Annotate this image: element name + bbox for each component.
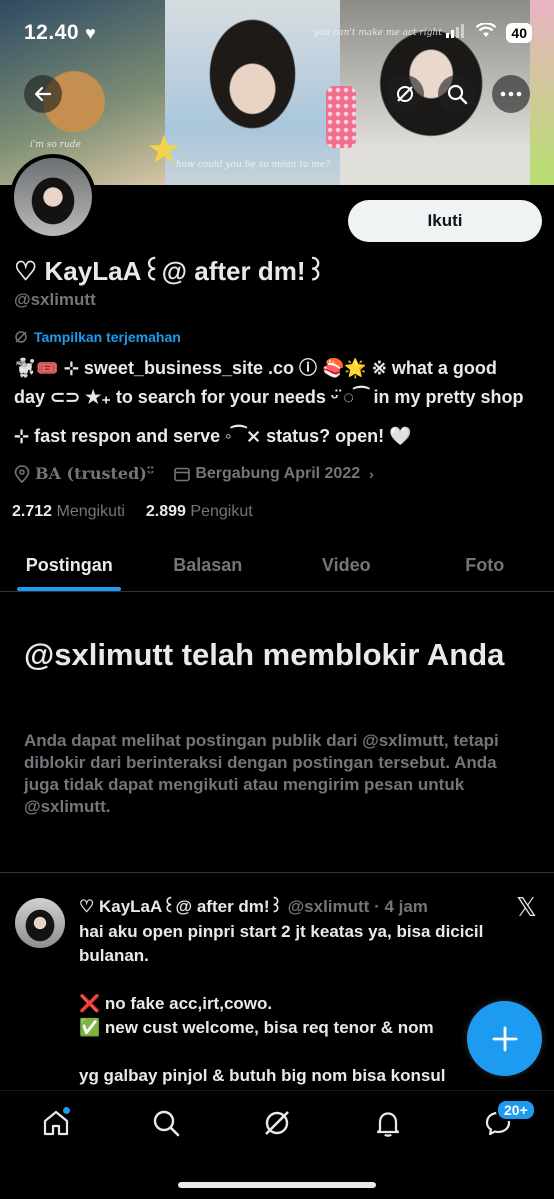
back-button[interactable]: [24, 75, 62, 113]
bio-line-2: day ⊂⊃ ★₊ to search for your needs ᵕ̈ ◌⁀…: [14, 387, 524, 407]
search-icon: [153, 1110, 180, 1137]
following-link[interactable]: 2.712 Mengikuti: [12, 503, 125, 520]
profile-handle: @sxlimutt: [14, 290, 96, 309]
translate-label: Tampilkan terjemahan: [34, 329, 181, 345]
profile-tabs: Postingan Balasan Video Foto: [0, 540, 554, 592]
nav-messages[interactable]: 20+: [478, 1099, 536, 1143]
search-icon: [447, 84, 468, 105]
bio-line-3: ⊹ fast respon and serve ◦⁀⨯ status? open…: [14, 426, 412, 446]
home-indicator: [178, 1182, 376, 1188]
battery-indicator: 40: [506, 23, 532, 43]
following-count: 2.712: [12, 503, 53, 520]
compose-post-button[interactable]: [467, 1001, 542, 1076]
tab-video[interactable]: Video: [277, 540, 416, 591]
nav-notifications[interactable]: [368, 1103, 408, 1143]
nav-home[interactable]: [36, 1103, 76, 1143]
banner-strip: [530, 0, 554, 185]
banner-pink-sticker: [326, 86, 356, 148]
location-pin-icon: [14, 464, 30, 483]
calendar-icon: [174, 467, 191, 481]
blocked-description: Anda dapat melihat postingan publik dari…: [24, 731, 499, 816]
wifi-icon: [476, 22, 497, 43]
show-translation-link[interactable]: Tampilkan terjemahan: [14, 329, 181, 345]
divider: [0, 872, 554, 873]
back-arrow-icon: [34, 86, 52, 102]
nav-grok[interactable]: [257, 1103, 297, 1143]
heart-icon: ♥: [85, 22, 96, 43]
signal-icon: [446, 23, 466, 43]
followers-count: 2.899: [145, 503, 186, 520]
chevron-right-icon[interactable]: ›: [369, 466, 374, 482]
post-author-name[interactable]: ♡ KayLaA꒰@ after dm!꒱: [79, 897, 283, 916]
profile-meta: BA (trusted)ᵕ̈ Bergabung April 2022 ›: [14, 464, 374, 483]
tab-balasan[interactable]: Balasan: [139, 540, 278, 591]
banner-caption-3: how could you be so mean to me?: [176, 160, 331, 170]
bell-icon: [376, 1112, 400, 1137]
blocked-title: @sxlimutt telah memblokir Anda: [24, 637, 505, 672]
bio-line-1: 🐩🎟️ ⊹ sweet_business_site .co ⓘ 🍣🌟 ※ wha…: [14, 358, 497, 378]
post-header: ♡ KayLaA꒰@ after dm!꒱ @sxlimutt · 4 jam: [79, 895, 428, 917]
more-options-button[interactable]: [492, 75, 530, 113]
grok-button[interactable]: [386, 75, 424, 113]
status-bar: 12.40 ♥ 40: [24, 18, 532, 48]
followers-link[interactable]: 2.899 Pengikut: [146, 503, 253, 520]
plus-icon: [492, 1026, 517, 1051]
tab-postingan[interactable]: Postingan: [0, 540, 139, 591]
messages-badge: 20+: [496, 1099, 536, 1121]
profile-avatar[interactable]: [10, 154, 96, 240]
location-text: BA (trusted)ᵕ̈: [35, 464, 155, 483]
x-logo-icon: 𝕏: [516, 893, 537, 923]
profile-name: ♡ KayLaA꒰@ after dm!꒱: [14, 256, 326, 286]
translate-icon: [15, 331, 27, 343]
more-dots-icon: [500, 91, 522, 97]
joined-date: Bergabung April 2022: [195, 464, 361, 482]
search-button[interactable]: [438, 75, 476, 113]
grok-icon: [265, 1111, 289, 1135]
followers-label: Pengikut: [190, 503, 253, 520]
following-label: Mengikuti: [56, 503, 125, 520]
grok-icon: [397, 86, 413, 102]
follow-button[interactable]: Ikuti: [348, 200, 542, 242]
post-meta: @sxlimutt · 4 jam: [287, 897, 428, 916]
follow-stats: 2.712 Mengikuti 2.899 Pengikut: [12, 503, 253, 521]
post-avatar[interactable]: [15, 898, 65, 948]
status-time: 12.40: [24, 21, 80, 44]
notification-dot: [62, 1106, 71, 1115]
banner-caption-2: i'm so rude: [30, 140, 81, 150]
nav-search[interactable]: [146, 1103, 186, 1143]
tab-foto[interactable]: Foto: [416, 540, 554, 591]
